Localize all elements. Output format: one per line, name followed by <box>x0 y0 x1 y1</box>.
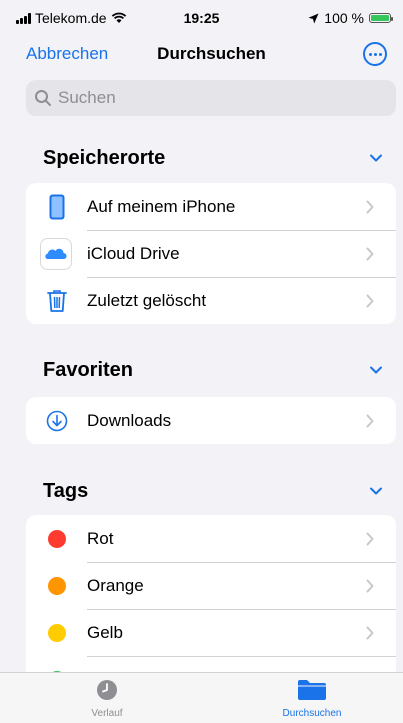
iphone-icon <box>46 183 68 230</box>
battery-info: 100 % <box>308 10 391 26</box>
list-item-recently-deleted[interactable]: Zuletzt gelöscht <box>26 277 396 324</box>
section-title: Speicherorte <box>43 147 165 170</box>
list-item-label: Zuletzt gelöscht <box>87 291 206 311</box>
tab-label: Durchsuchen <box>252 708 372 719</box>
list-item-tag-red[interactable]: Rot <box>26 515 396 562</box>
list-item-label: iCloud Drive <box>87 244 180 264</box>
section-header-favorites[interactable]: Favoriten <box>43 355 383 385</box>
chevron-right-icon <box>366 414 374 428</box>
tab-label: Verlauf <box>47 708 167 719</box>
status-bar: Telekom.de 19:25 100 % <box>0 0 403 34</box>
search-icon <box>34 89 52 107</box>
chevron-right-icon <box>366 200 374 214</box>
folder-icon <box>297 679 327 701</box>
list-item-tag-yellow[interactable]: Gelb <box>26 609 396 656</box>
icloud-icon <box>40 230 72 277</box>
navigation-bar: Abbrechen Durchsuchen <box>0 34 403 74</box>
tag-color-dot <box>48 530 66 548</box>
list-item-on-my-iphone[interactable]: Auf meinem iPhone <box>26 183 396 230</box>
tab-recents[interactable]: Verlauf <box>47 679 167 719</box>
favorites-list: Downloads <box>26 397 396 444</box>
tab-bar: Verlauf Durchsuchen <box>0 672 403 723</box>
chevron-right-icon <box>366 294 374 308</box>
battery-icon <box>369 13 391 23</box>
list-item-label: Downloads <box>87 411 171 431</box>
chevron-down-icon[interactable] <box>369 363 383 377</box>
chevron-right-icon <box>366 247 374 261</box>
tag-dot-icon <box>46 562 68 609</box>
clock-icon <box>96 679 118 701</box>
list-item-label: Orange <box>87 576 144 596</box>
section-title: Favoriten <box>43 359 133 382</box>
section-header-tags[interactable]: Tags <box>43 476 383 506</box>
tag-dot-icon <box>46 609 68 656</box>
section-title: Tags <box>43 480 88 503</box>
tag-color-dot <box>48 624 66 642</box>
list-item-label: Gelb <box>87 623 123 643</box>
chevron-right-icon <box>366 626 374 640</box>
list-item-tag-orange[interactable]: Orange <box>26 562 396 609</box>
list-item-downloads[interactable]: Downloads <box>26 397 396 444</box>
chevron-down-icon[interactable] <box>369 484 383 498</box>
section-header-locations[interactable]: Speicherorte <box>43 143 383 173</box>
battery-percentage: 100 % <box>324 10 364 26</box>
download-circle-icon <box>46 397 68 444</box>
page-title: Durchsuchen <box>0 44 403 64</box>
ellipsis-circle-icon[interactable] <box>363 42 387 66</box>
location-arrow-icon <box>308 13 319 24</box>
chevron-right-icon <box>366 579 374 593</box>
trash-icon <box>46 277 68 324</box>
search-bar[interactable] <box>26 80 396 116</box>
tags-list: Rot Orange Gelb <box>26 515 396 685</box>
chevron-down-icon[interactable] <box>369 151 383 165</box>
list-item-icloud-drive[interactable]: iCloud Drive <box>26 230 396 277</box>
search-input[interactable] <box>56 87 360 109</box>
tag-color-dot <box>48 577 66 595</box>
chevron-right-icon <box>366 532 374 546</box>
list-item-label: Rot <box>87 529 113 549</box>
tag-dot-icon <box>46 515 68 562</box>
locations-list: Auf meinem iPhone iCloud Drive <box>26 183 396 324</box>
tab-browse[interactable]: Durchsuchen <box>252 679 372 719</box>
list-item-label: Auf meinem iPhone <box>87 197 235 217</box>
